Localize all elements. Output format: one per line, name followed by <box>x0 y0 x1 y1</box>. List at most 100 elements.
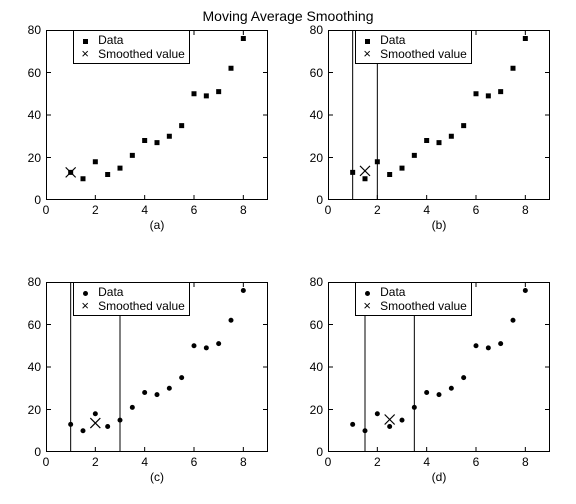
data-marker <box>204 345 209 350</box>
data-marker <box>523 288 528 293</box>
panel-a: 02468020406080(a)Data×Smoothed value <box>46 30 268 200</box>
data-marker <box>449 386 454 391</box>
data-marker <box>498 341 503 346</box>
dot-icon <box>360 285 374 299</box>
panel-b: 02468020406080(b)Data×Smoothed value <box>328 30 550 200</box>
data-marker <box>229 66 234 71</box>
y-tick-label: 40 <box>17 108 41 122</box>
data-marker <box>142 390 147 395</box>
data-marker <box>461 375 466 380</box>
y-tick-label: 0 <box>17 445 41 459</box>
data-marker <box>412 153 417 158</box>
data-marker <box>350 422 355 427</box>
panel-d: 02468020406080(d)Data×Smoothed value <box>328 282 550 452</box>
legend-smoothed-label: Smoothed value <box>98 47 185 61</box>
y-tick-label: 20 <box>17 151 41 165</box>
y-tick-label: 80 <box>299 275 323 289</box>
data-marker <box>155 140 160 145</box>
data-marker <box>449 134 454 139</box>
data-marker <box>474 91 479 96</box>
y-tick-label: 60 <box>17 318 41 332</box>
data-marker <box>93 411 98 416</box>
square-icon <box>78 33 92 47</box>
data-marker <box>229 318 234 323</box>
x-tick-label: 2 <box>92 455 99 469</box>
y-tick-label: 0 <box>17 193 41 207</box>
y-tick-label: 0 <box>299 193 323 207</box>
figure: Moving Average Smoothing 02468020406080(… <box>0 0 576 504</box>
legend-data-label: Data <box>98 33 123 47</box>
data-marker <box>81 176 86 181</box>
x-icon: × <box>360 299 374 313</box>
data-marker <box>387 424 392 429</box>
data-marker <box>400 166 405 171</box>
y-tick-label: 80 <box>17 23 41 37</box>
data-marker <box>192 343 197 348</box>
x-tick-label: 0 <box>325 455 332 469</box>
legend: Data×Smoothed value <box>355 30 472 64</box>
data-marker <box>387 172 392 177</box>
subplot-label: (d) <box>432 470 447 484</box>
legend-data-label: Data <box>380 33 405 47</box>
data-marker <box>216 341 221 346</box>
x-tick-label: 8 <box>522 455 529 469</box>
data-marker <box>498 89 503 94</box>
data-marker <box>486 345 491 350</box>
data-marker <box>474 343 479 348</box>
x-tick-label: 0 <box>43 455 50 469</box>
legend: Data×Smoothed value <box>73 282 190 316</box>
x-tick-label: 8 <box>240 203 247 217</box>
data-marker <box>93 159 98 164</box>
data-marker <box>167 386 172 391</box>
x-tick-label: 4 <box>141 203 148 217</box>
legend-smoothed-label: Smoothed value <box>380 47 467 61</box>
data-marker <box>142 138 147 143</box>
data-marker <box>363 428 368 433</box>
legend: Data×Smoothed value <box>73 30 190 64</box>
data-marker <box>204 93 209 98</box>
data-marker <box>68 422 73 427</box>
data-marker <box>424 390 429 395</box>
subplot-label: (c) <box>150 470 164 484</box>
y-tick-label: 40 <box>299 360 323 374</box>
y-tick-label: 60 <box>299 318 323 332</box>
data-marker <box>375 411 380 416</box>
legend-data-label: Data <box>98 285 123 299</box>
y-tick-label: 80 <box>17 275 41 289</box>
legend-smoothed-label: Smoothed value <box>98 299 185 313</box>
data-marker <box>424 138 429 143</box>
x-tick-label: 4 <box>423 455 430 469</box>
x-tick-label: 4 <box>423 203 430 217</box>
data-marker <box>375 159 380 164</box>
data-marker <box>437 140 442 145</box>
data-marker <box>81 428 86 433</box>
x-tick-label: 0 <box>325 203 332 217</box>
legend: Data × Smoothed value <box>355 282 472 316</box>
y-tick-label: 60 <box>299 66 323 80</box>
data-marker <box>461 123 466 128</box>
data-marker <box>350 170 355 175</box>
data-marker <box>130 405 135 410</box>
subplot-label: (b) <box>432 218 447 232</box>
y-tick-label: 60 <box>17 66 41 80</box>
data-marker <box>241 288 246 293</box>
legend-data-label: Data <box>380 285 405 299</box>
legend-smoothed-label: Smoothed value <box>380 299 467 313</box>
x-tick-label: 6 <box>473 203 480 217</box>
data-marker <box>155 392 160 397</box>
data-marker <box>412 405 417 410</box>
y-tick-label: 20 <box>17 403 41 417</box>
x-tick-label: 6 <box>191 203 198 217</box>
x-tick-label: 4 <box>141 455 148 469</box>
data-marker <box>486 93 491 98</box>
y-tick-label: 80 <box>299 23 323 37</box>
y-tick-label: 20 <box>299 151 323 165</box>
x-tick-label: 2 <box>92 203 99 217</box>
x-tick-label: 6 <box>473 455 480 469</box>
figure-title: Moving Average Smoothing <box>0 8 576 24</box>
data-marker <box>130 153 135 158</box>
square-icon <box>360 33 374 47</box>
x-tick-label: 0 <box>43 203 50 217</box>
x-tick-label: 6 <box>191 455 198 469</box>
data-marker <box>437 392 442 397</box>
